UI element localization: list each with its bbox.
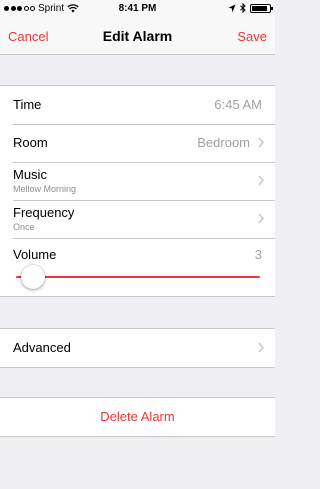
- delete-alarm-button[interactable]: Delete Alarm: [0, 398, 275, 436]
- advanced-label: Advanced: [13, 340, 71, 355]
- chevron-right-icon: [258, 213, 264, 224]
- bluetooth-icon: [240, 3, 246, 13]
- advanced-group: Advanced: [0, 328, 275, 368]
- battery-icon: [250, 3, 273, 13]
- music-label: Music: [13, 167, 47, 182]
- chevron-right-icon: [258, 137, 264, 148]
- room-value: Bedroom: [197, 135, 250, 150]
- status-right: [228, 3, 273, 13]
- room-label: Room: [13, 135, 48, 150]
- advanced-row[interactable]: Advanced: [0, 329, 275, 367]
- alarm-settings-group: Time 6:45 AM Room Bedroom Music Mellow M…: [0, 85, 275, 297]
- time-value: 6:45 AM: [214, 97, 262, 112]
- delete-group: Delete Alarm: [0, 397, 275, 437]
- save-button[interactable]: Save: [237, 29, 267, 44]
- frequency-row[interactable]: Frequency Once: [0, 200, 275, 238]
- volume-value: 3: [254, 247, 262, 262]
- status-bar: Sprint 8:41 PM: [0, 0, 275, 18]
- chevron-right-icon: [258, 175, 264, 186]
- music-subtitle: Mellow Morning: [13, 184, 77, 194]
- volume-slider-thumb[interactable]: [21, 265, 46, 289]
- volume-row: Volume 3: [0, 238, 275, 296]
- frequency-subtitle: Once: [13, 222, 35, 232]
- frequency-label: Frequency: [13, 205, 75, 220]
- navigation-bar: Cancel Edit Alarm Save: [0, 18, 275, 55]
- time-row[interactable]: Time 6:45 AM: [0, 86, 275, 124]
- time-label: Time: [13, 97, 42, 112]
- page-title: Edit Alarm: [102, 28, 173, 44]
- location-arrow-icon: [228, 4, 236, 12]
- room-row[interactable]: Room Bedroom: [0, 124, 275, 162]
- chevron-right-icon: [258, 342, 264, 353]
- volume-slider-track[interactable]: [16, 276, 260, 278]
- volume-label: Volume: [13, 247, 57, 262]
- music-row[interactable]: Music Mellow Morning: [0, 162, 275, 200]
- delete-alarm-label: Delete Alarm: [100, 409, 175, 424]
